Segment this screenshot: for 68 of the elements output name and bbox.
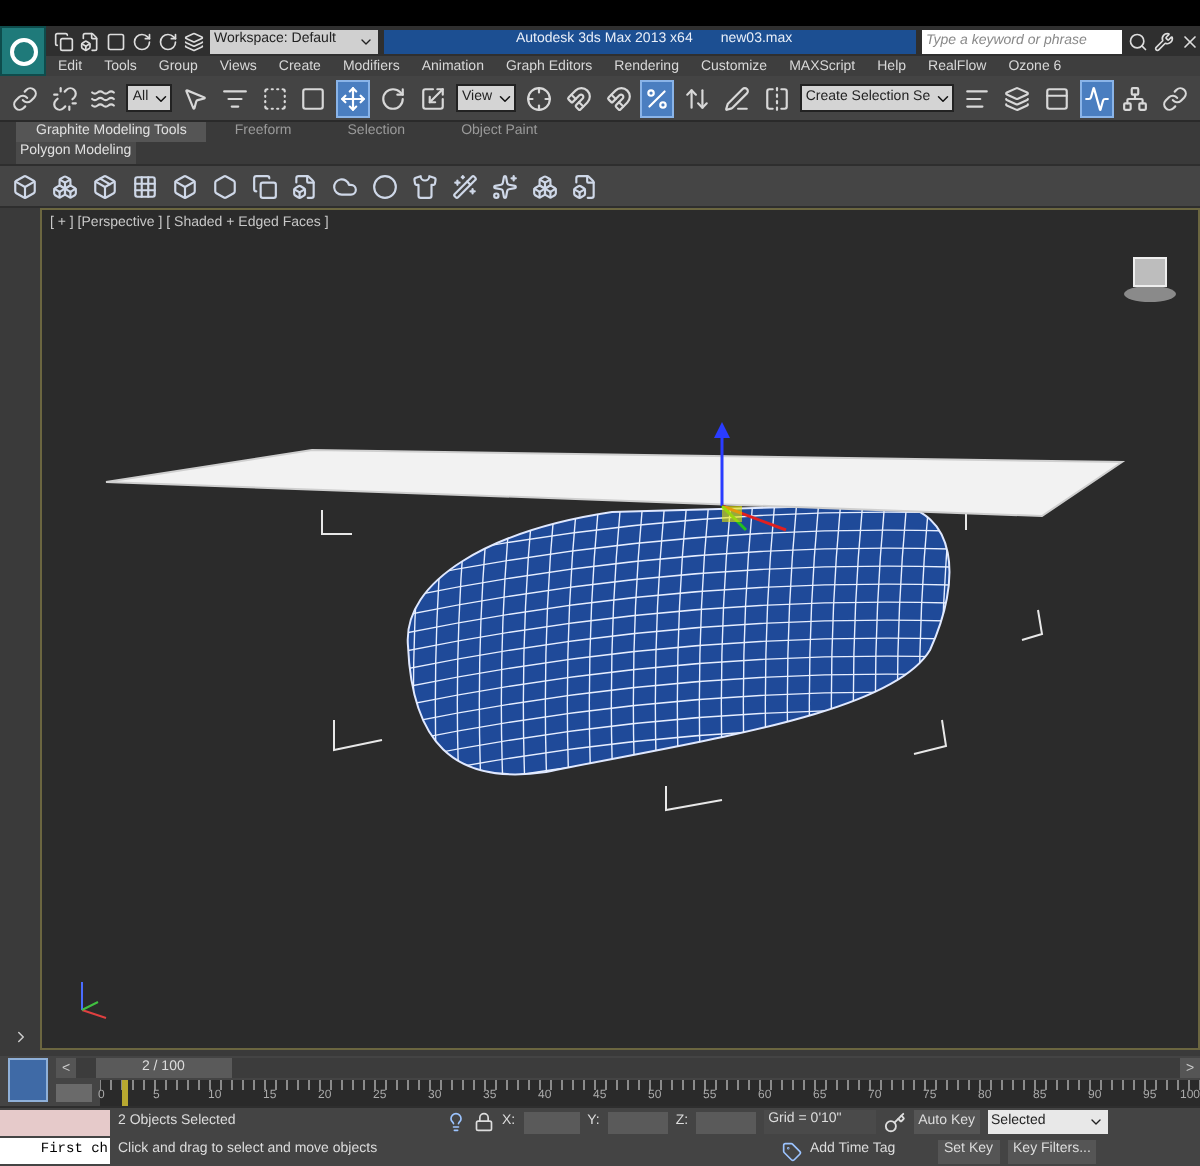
- toolbar-button[interactable]: [640, 79, 675, 117]
- time-tag-icon[interactable]: [782, 1141, 802, 1161]
- unlink-icon: [51, 85, 78, 111]
- cubes-icon: [531, 173, 557, 199]
- ribbon-button[interactable]: [168, 170, 200, 202]
- app-logo-icon[interactable]: [0, 26, 46, 76]
- redo-icon[interactable]: [158, 31, 178, 51]
- key-icon[interactable]: [884, 1111, 907, 1133]
- scale-icon: [420, 85, 447, 111]
- search-icon[interactable]: [1128, 31, 1148, 51]
- link-icon: [11, 85, 38, 111]
- wand-icon: [451, 173, 477, 199]
- ribbon-button[interactable]: [448, 170, 480, 202]
- ribbon-button[interactable]: [208, 170, 240, 202]
- curve-icon: [1083, 85, 1110, 111]
- ribbon-button[interactable]: [248, 170, 280, 202]
- axis-tripod-icon: [81, 981, 107, 1019]
- cubes-icon: [51, 173, 77, 199]
- waves-icon: [90, 85, 117, 111]
- grid-icon: [131, 173, 157, 199]
- link-icon: [1162, 85, 1189, 111]
- open-file-icon[interactable]: [80, 31, 100, 51]
- cube-icon: [171, 173, 197, 199]
- rotate-icon: [380, 85, 407, 111]
- ribbon-button[interactable]: [368, 170, 400, 202]
- package-icon: [91, 173, 117, 199]
- move-icon: [340, 85, 367, 111]
- angle-magnet-icon: [605, 85, 632, 111]
- z-field[interactable]: [696, 1111, 757, 1133]
- x-field[interactable]: [523, 1111, 580, 1133]
- hexagon-icon: [211, 173, 237, 199]
- close-icon[interactable]: [1180, 31, 1200, 51]
- cloud-icon: [331, 173, 357, 199]
- crosshair-icon: [525, 85, 552, 111]
- layers-icon: [1003, 85, 1030, 111]
- toolbar-button[interactable]: [1079, 79, 1114, 117]
- sparkles-icon: [491, 173, 517, 199]
- dashed-rectangle-icon: [261, 85, 288, 111]
- square-icon: [300, 85, 327, 111]
- ribbon-button[interactable]: [88, 170, 120, 202]
- cube-icon: [11, 173, 37, 199]
- magnet-icon: [565, 85, 592, 111]
- viewcube-icon: [1124, 257, 1176, 302]
- ribbon-button[interactable]: [528, 170, 560, 202]
- file-box-icon: [571, 173, 597, 199]
- ribbon-button[interactable]: [488, 170, 520, 202]
- panel-icon: [1043, 85, 1070, 111]
- lock-icon[interactable]: [474, 1112, 494, 1132]
- file-box-icon: [291, 173, 317, 199]
- ribbon-button[interactable]: [128, 170, 160, 202]
- percent-icon: [644, 85, 671, 111]
- schematic-icon: [1122, 85, 1149, 111]
- caret-icon: [1087, 1114, 1104, 1130]
- ribbon-button[interactable]: [408, 170, 440, 202]
- y-field[interactable]: [607, 1111, 668, 1133]
- copy-icon: [251, 173, 277, 199]
- align-icon: [964, 85, 990, 111]
- sphere-icon: [371, 173, 397, 199]
- shirt-icon: [411, 173, 437, 199]
- pointer-icon: [182, 85, 209, 111]
- listener-output-field[interactable]: [0, 1109, 110, 1135]
- ribbon-button[interactable]: [568, 170, 600, 202]
- ribbon-button[interactable]: [8, 170, 40, 202]
- ribbon-button[interactable]: [288, 170, 320, 202]
- wrench-icon[interactable]: [1154, 31, 1174, 51]
- ribbon-button[interactable]: [48, 170, 80, 202]
- toolbar-button[interactable]: [336, 79, 371, 117]
- pencil-icon: [724, 85, 751, 111]
